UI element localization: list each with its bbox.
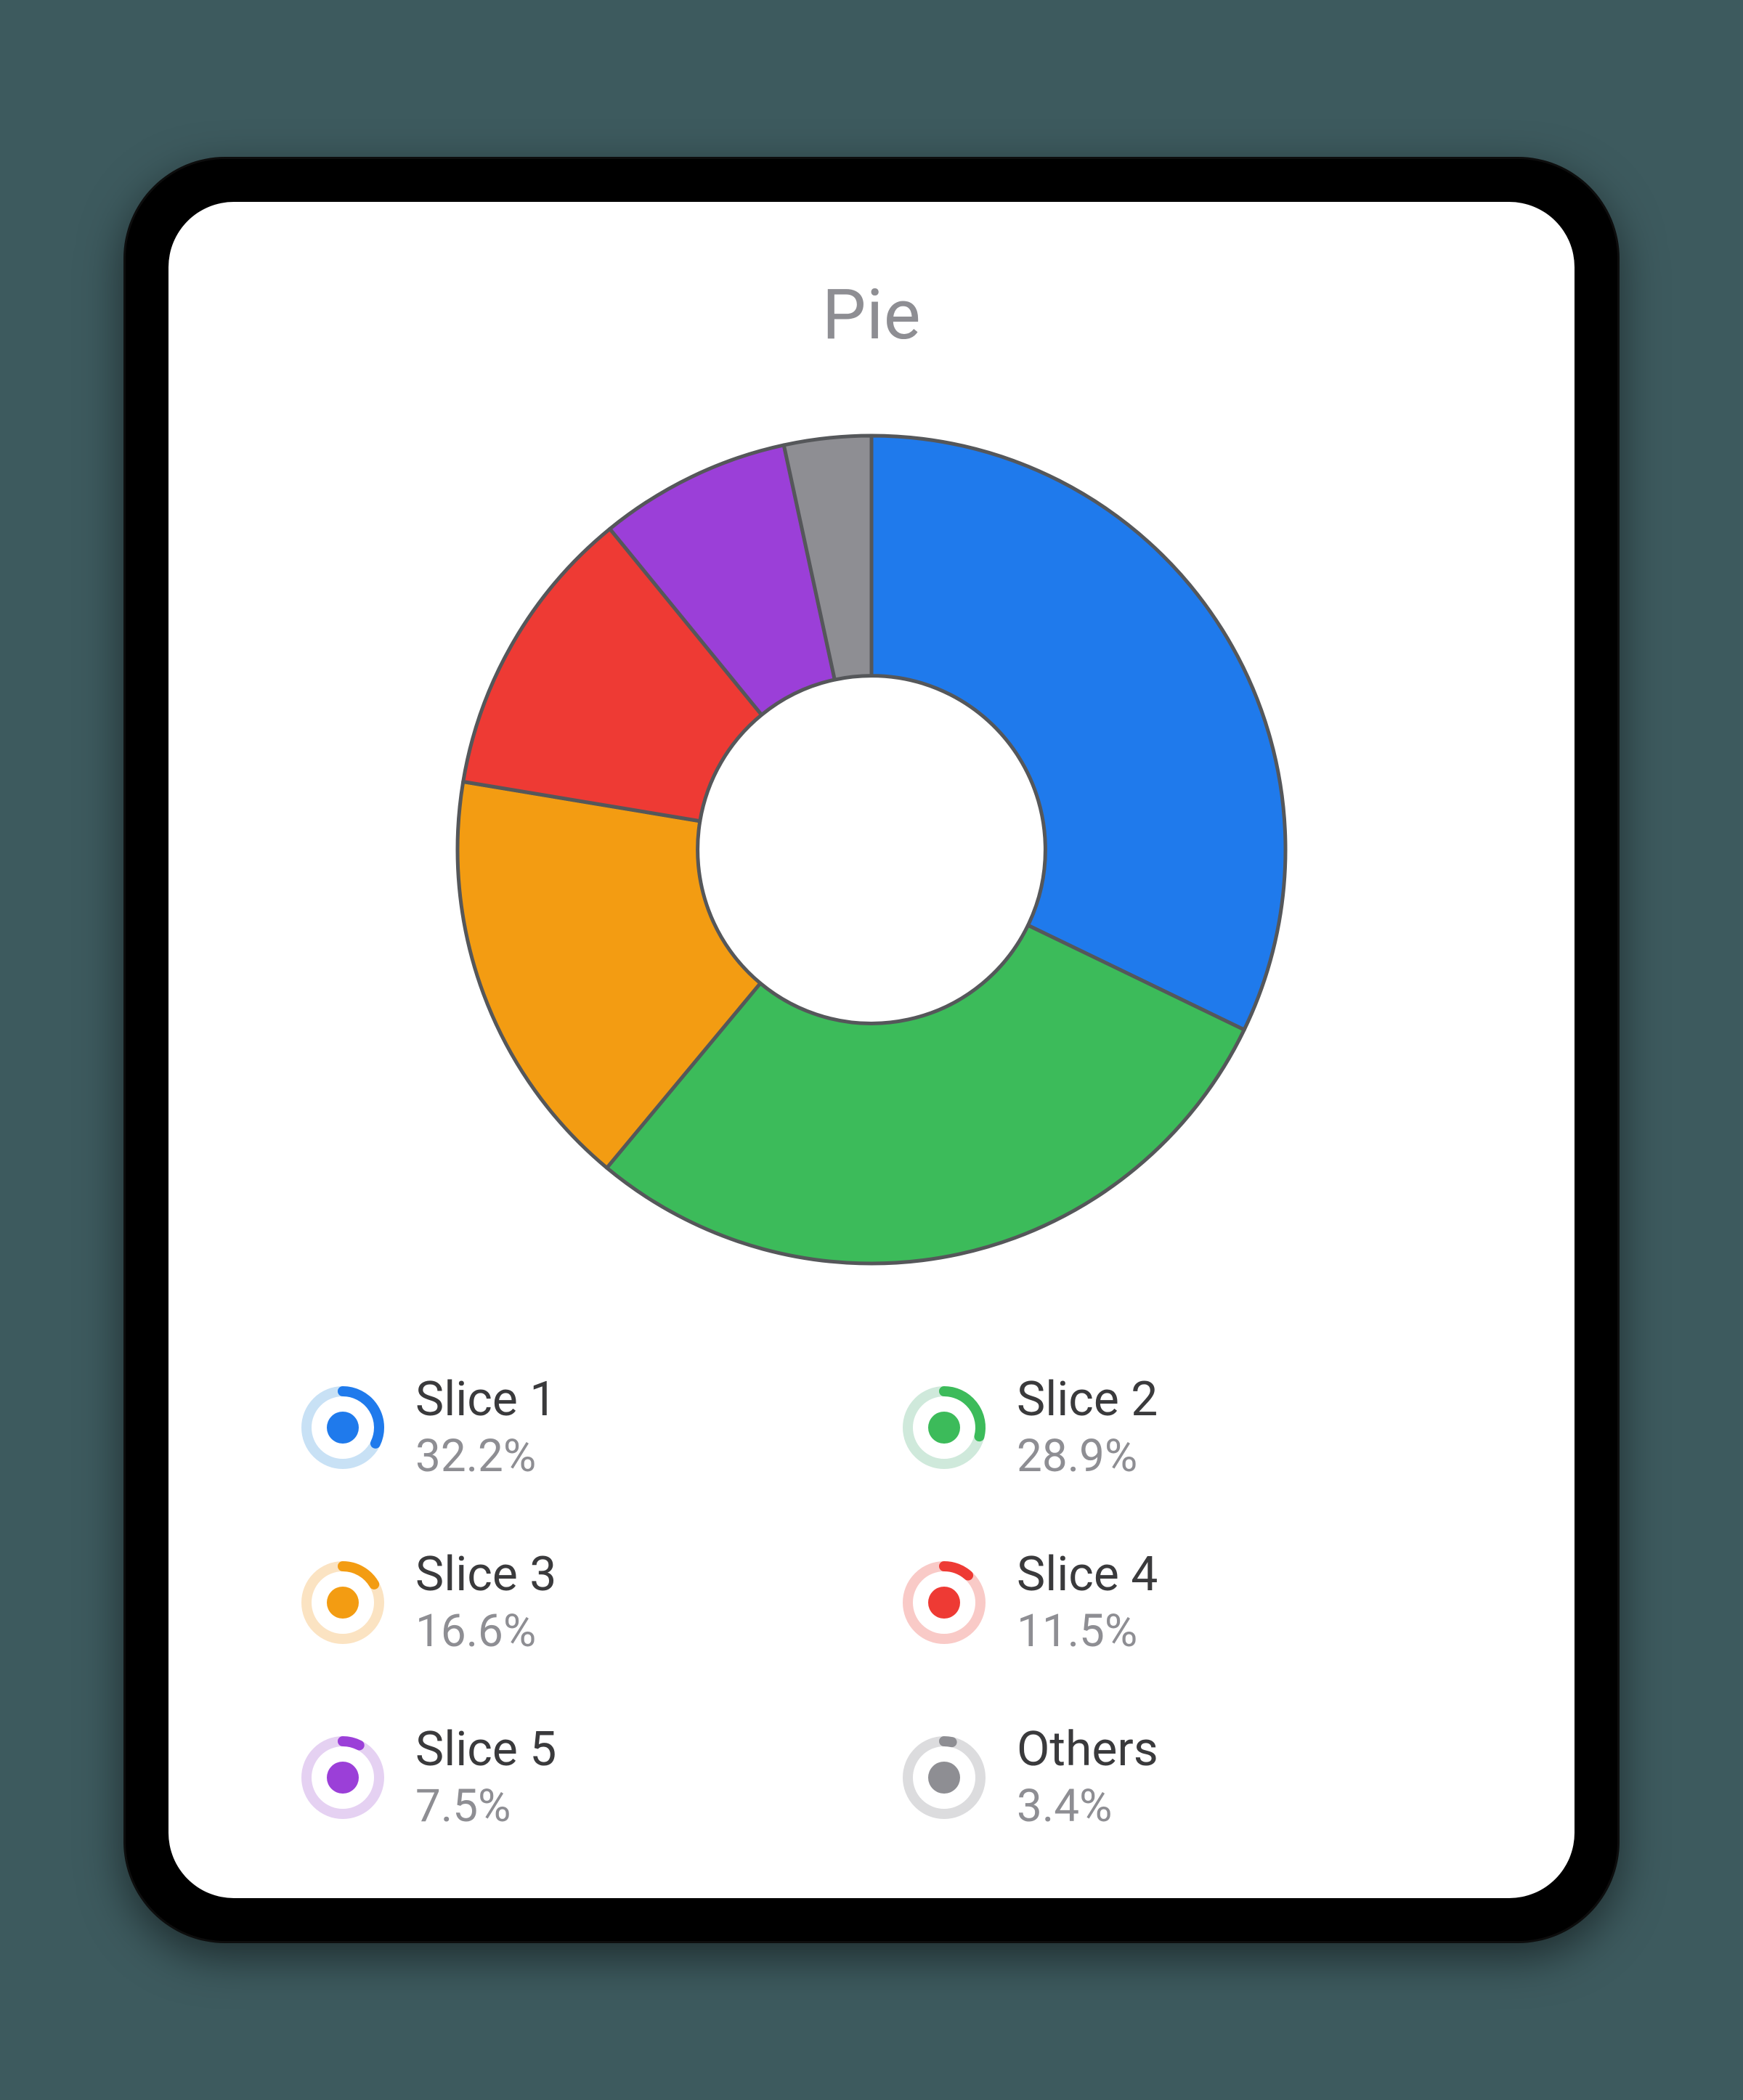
legend-label: Slice 4: [1017, 1547, 1158, 1603]
donut-chart-svg: [399, 378, 1344, 1322]
legend-item-slice-4[interactable]: Slice 4 11.5%: [901, 1547, 1444, 1657]
legend-icon-slice-5: [299, 1734, 386, 1821]
legend-item-slice-5[interactable]: Slice 5 7.5%: [299, 1722, 842, 1832]
legend-value: 3.4%: [1017, 1780, 1158, 1832]
legend-icon-others: [901, 1734, 988, 1821]
legend-value: 7.5%: [415, 1780, 556, 1832]
legend-icon-slice-2: [901, 1384, 988, 1471]
legend-item-slice-2[interactable]: Slice 2 28.9%: [901, 1372, 1444, 1482]
legend-item-slice-1[interactable]: Slice 1 32.2%: [299, 1372, 842, 1482]
legend-label: Slice 2: [1017, 1372, 1158, 1428]
donut-chart: [399, 378, 1344, 1322]
legend-icon-slice-4: [901, 1559, 988, 1646]
legend-label: Slice 3: [415, 1547, 556, 1603]
legend-icon-slice-1: [299, 1384, 386, 1471]
device-frame: Pie Slice 1 32.2% Slice 2 28.9%: [123, 157, 1620, 1943]
legend-value: 16.6%: [415, 1605, 556, 1657]
chart-title: Pie: [822, 274, 921, 356]
legend-label: Others: [1017, 1722, 1158, 1778]
screen: Pie Slice 1 32.2% Slice 2 28.9%: [168, 202, 1575, 1898]
legend-label: Slice 5: [415, 1722, 556, 1778]
legend-item-others[interactable]: Others 3.4%: [901, 1722, 1444, 1832]
legend-value: 32.2%: [415, 1430, 556, 1482]
legend-label: Slice 1: [415, 1372, 556, 1428]
legend-value: 11.5%: [1017, 1605, 1158, 1657]
legend: Slice 1 32.2% Slice 2 28.9% Slice 3: [256, 1372, 1487, 1833]
legend-item-slice-3[interactable]: Slice 3 16.6%: [299, 1547, 842, 1657]
legend-value: 28.9%: [1017, 1430, 1158, 1482]
legend-icon-slice-3: [299, 1559, 386, 1646]
